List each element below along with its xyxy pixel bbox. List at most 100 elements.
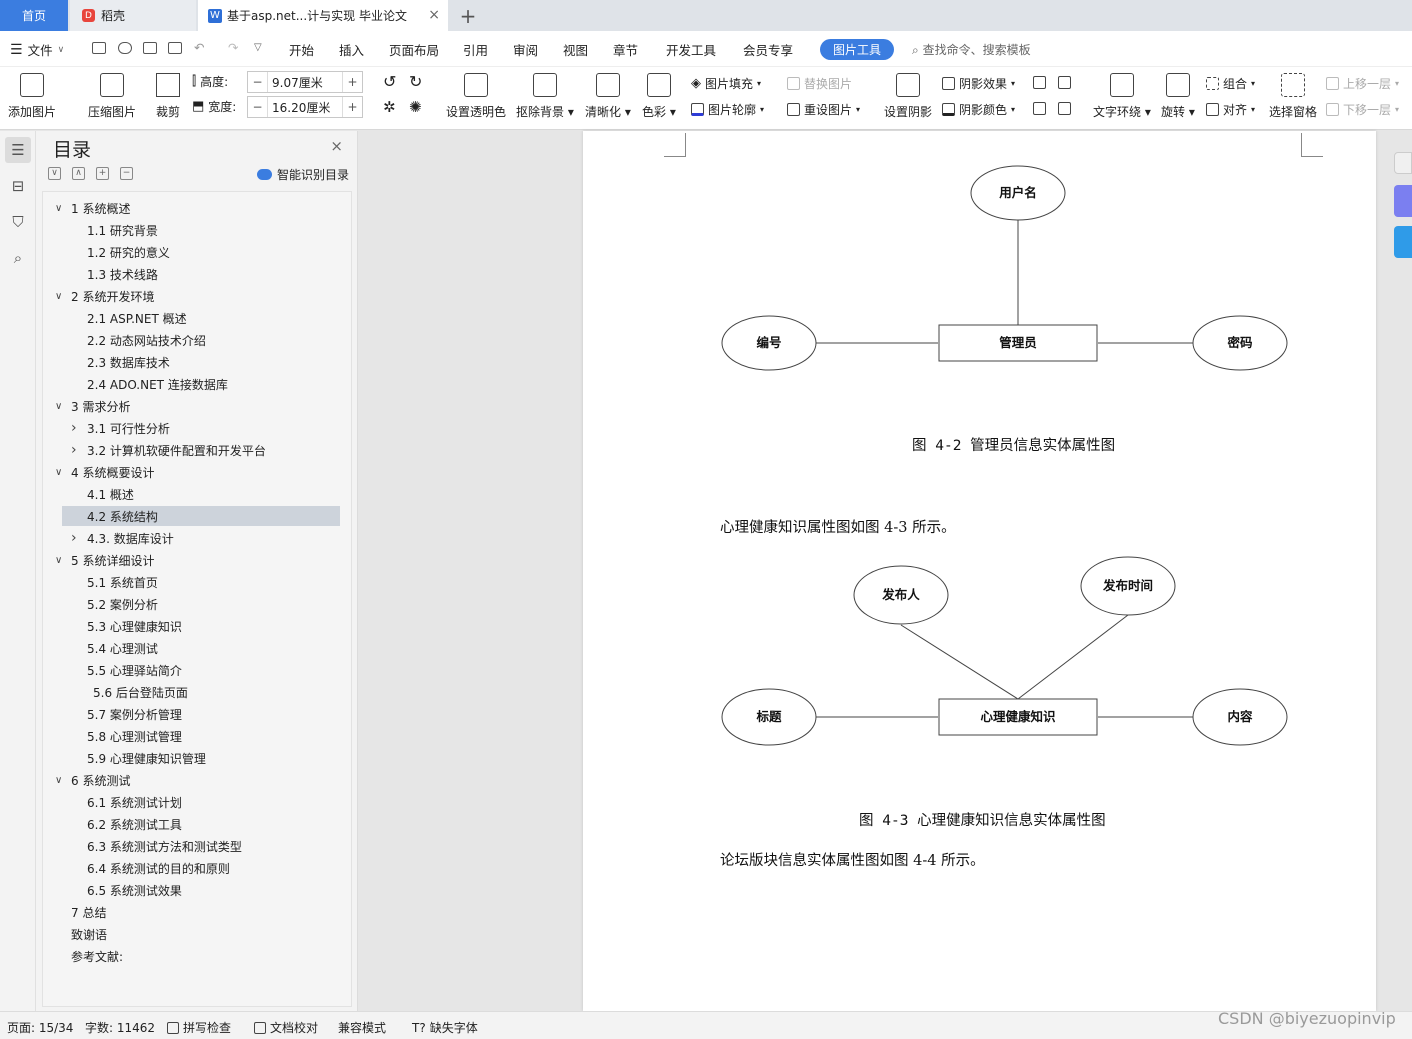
remove-background-button[interactable]: 抠除背景 ▾: [516, 73, 574, 120]
chevron-down-icon[interactable]: ∨: [55, 467, 62, 478]
toc-item[interactable]: 6.4 系统测试的目的和原则: [43, 858, 343, 878]
sharpen-button[interactable]: 清晰化 ▾: [585, 73, 631, 120]
compat-mode[interactable]: 兼容模式: [338, 1019, 386, 1036]
file-menu[interactable]: ☰ 文件 ∨: [10, 40, 64, 59]
chevron-down-icon[interactable]: ∨: [55, 401, 62, 412]
spell-check-button[interactable]: 拼写检查: [167, 1019, 231, 1036]
bookmark-icon[interactable]: ⛉: [8, 212, 28, 232]
shadow-effect-button[interactable]: 阴影效果 ▾: [942, 75, 1015, 92]
quick-access-dropdown-icon[interactable]: ▽: [254, 42, 262, 53]
toc-item[interactable]: 5.5 心理驿站简介: [43, 660, 343, 680]
chevron-right-icon[interactable]: ›: [71, 442, 77, 458]
toc-item[interactable]: 2.2 动态网站技术介绍: [43, 330, 343, 350]
shadow-right-icon[interactable]: [1058, 102, 1071, 115]
bring-forward-button[interactable]: 上移一层 ▾: [1326, 75, 1399, 92]
demote-level-icon[interactable]: −: [120, 167, 133, 180]
replace-picture-button[interactable]: 替换图片: [787, 75, 852, 92]
close-tab-icon[interactable]: ×: [428, 7, 440, 23]
search-icon[interactable]: ⌕: [8, 248, 28, 268]
brightness-up-icon[interactable]: ✺: [409, 98, 422, 116]
collapse-all-icon[interactable]: ∧: [72, 167, 85, 180]
shadow-color-button[interactable]: 阴影颜色 ▾: [942, 101, 1015, 118]
new-tab-button[interactable]: +: [456, 0, 480, 31]
proofread-button[interactable]: 文档校对: [254, 1019, 318, 1036]
menu-page-layout[interactable]: 页面布局: [389, 40, 439, 59]
width-stepper[interactable]: − 16.20厘米 +: [247, 96, 363, 118]
chevron-down-icon[interactable]: ∨: [55, 555, 62, 566]
toc-item[interactable]: 7 总结: [43, 902, 343, 922]
toc-item[interactable]: 致谢语: [43, 924, 343, 944]
print-preview-icon[interactable]: [168, 42, 182, 54]
toc-item[interactable]: 5.4 心理测试: [43, 638, 343, 658]
height-increase-button[interactable]: +: [342, 72, 362, 92]
expand-all-icon[interactable]: ∨: [48, 167, 61, 180]
toc-item[interactable]: 2.1 ASP.NET 概述: [43, 308, 343, 328]
toc-item[interactable]: 5.1 系统首页: [43, 572, 343, 592]
er-diagram-admin[interactable]: 用户名 编号 管理员 密码: [583, 131, 1376, 391]
rotate-button[interactable]: 旋转 ▾: [1161, 73, 1195, 120]
toc-item[interactable]: 1.3 技术线路: [43, 264, 343, 284]
toc-item[interactable]: ∨ 4 系统概要设计: [43, 462, 343, 482]
toc-item[interactable]: ∨ 2 系统开发环境: [43, 286, 343, 306]
redo-icon[interactable]: ↷: [228, 40, 238, 55]
tab-document[interactable]: W 基于asp.net...计与实现 毕业论文 ×: [198, 0, 448, 31]
toc-item[interactable]: 参考文献:: [43, 946, 343, 966]
menu-view[interactable]: 视图: [563, 40, 588, 59]
menu-member[interactable]: 会员专享: [743, 40, 793, 59]
chevron-down-icon[interactable]: ∨: [55, 291, 62, 302]
width-decrease-button[interactable]: −: [248, 97, 268, 117]
color-button[interactable]: 色彩 ▾: [642, 73, 676, 120]
toc-item[interactable]: ∨ 1 系统概述: [43, 198, 343, 218]
width-value[interactable]: 16.20厘米: [268, 99, 342, 116]
height-value[interactable]: 9.07厘米: [268, 74, 342, 91]
set-transparent-button[interactable]: 设置透明色: [446, 73, 506, 120]
er-diagram-knowledge[interactable]: 发布人 发布时间 标题 心理健康知识 内容: [583, 549, 1376, 769]
toc-item[interactable]: 5.2 案例分析: [43, 594, 343, 614]
shadow-up-icon[interactable]: [1033, 76, 1046, 89]
toc-item[interactable]: 1.1 研究背景: [43, 220, 343, 240]
chevron-down-icon[interactable]: ∨: [55, 203, 62, 214]
brightness-down-icon[interactable]: ✲: [383, 98, 396, 116]
command-search[interactable]: ⌕ 查找命令、搜索模板: [912, 41, 1031, 58]
menu-references[interactable]: 引用: [463, 40, 488, 59]
rotate-left-icon[interactable]: ↺: [383, 72, 396, 91]
rotate-right-icon[interactable]: ↻: [409, 72, 422, 91]
toc-item[interactable]: 6.5 系统测试效果: [43, 880, 343, 900]
ai-assistant-icon[interactable]: [1394, 185, 1412, 217]
align-button[interactable]: 对齐 ▾: [1206, 101, 1255, 118]
toc-item[interactable]: 2.3 数据库技术: [43, 352, 343, 372]
selection-pane-button[interactable]: 选择窗格: [1269, 73, 1317, 120]
chevron-down-icon[interactable]: ∨: [55, 775, 62, 786]
shadow-left-icon[interactable]: [1033, 102, 1046, 115]
height-stepper[interactable]: − 9.07厘米 +: [247, 71, 363, 93]
toc-item[interactable]: 6.1 系统测试计划: [43, 792, 343, 812]
toc-item[interactable]: ∨ 5 系统详细设计: [43, 550, 343, 570]
toc-close-icon[interactable]: ×: [330, 137, 343, 155]
collapse-ribbon-icon[interactable]: [1394, 152, 1412, 174]
shadow-down-icon[interactable]: [1058, 76, 1071, 89]
toc-item[interactable]: › 4.3. 数据库设计: [43, 528, 343, 548]
toc-item[interactable]: ∨ 6 系统测试: [43, 770, 343, 790]
chevron-right-icon[interactable]: ›: [71, 420, 77, 436]
set-shadow-button[interactable]: 设置阴影: [884, 73, 932, 120]
toc-panel-icon[interactable]: ☰: [5, 137, 31, 163]
toc-item[interactable]: › 3.1 可行性分析: [43, 418, 343, 438]
smart-toc-button[interactable]: 智能识别目录: [256, 166, 349, 183]
width-increase-button[interactable]: +: [342, 97, 362, 117]
menu-insert[interactable]: 插入: [339, 40, 364, 59]
toc-item[interactable]: 6.2 系统测试工具: [43, 814, 343, 834]
toc-item[interactable]: › 3.2 计算机软硬件配置和开发平台: [43, 440, 343, 460]
tab-draft[interactable]: D 稻壳: [70, 0, 196, 31]
chapter-nav-icon[interactable]: ⊟: [8, 176, 28, 196]
add-picture-button[interactable]: 添加图片: [8, 73, 56, 120]
reset-picture-button[interactable]: 重设图片 ▾: [787, 101, 860, 118]
tab-home[interactable]: 首页: [0, 0, 68, 31]
toc-item[interactable]: 2.4 ADO.NET 连接数据库: [43, 374, 343, 394]
missing-font-button[interactable]: T? 缺失字体: [412, 1019, 478, 1036]
send-backward-button[interactable]: 下移一层 ▾: [1326, 101, 1399, 118]
promote-level-icon[interactable]: +: [96, 167, 109, 180]
toc-item[interactable]: 5.6 后台登陆页面: [43, 682, 343, 702]
menu-chapter[interactable]: 章节: [613, 40, 638, 59]
save-icon[interactable]: [92, 42, 106, 54]
toc-item[interactable]: 6.3 系统测试方法和测试类型: [43, 836, 343, 856]
